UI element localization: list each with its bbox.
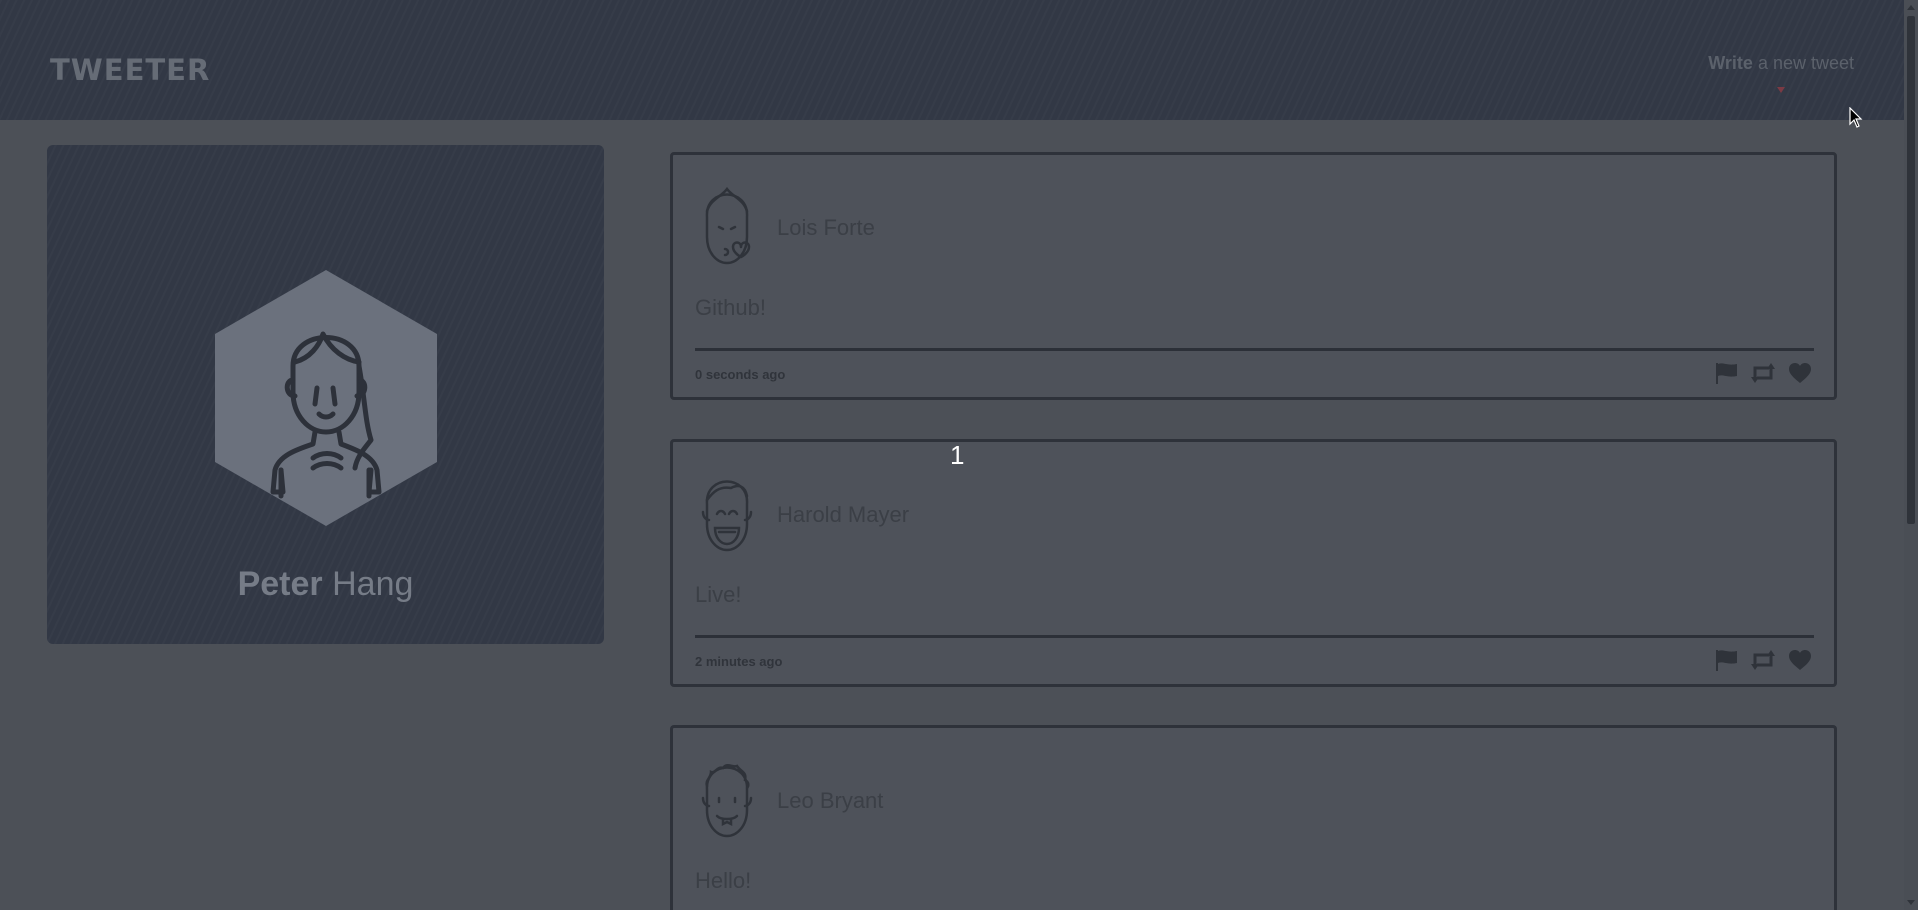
flag-icon[interactable] <box>1713 361 1739 385</box>
tweet-content: Github! <box>695 295 766 320</box>
compose-label-bold: Write <box>1708 53 1753 73</box>
tweet-actions <box>1713 648 1813 672</box>
tweet-actions <box>1713 361 1813 385</box>
heart-icon[interactable] <box>1787 648 1813 672</box>
scroll-up-icon[interactable] <box>1907 5 1915 10</box>
woman-avatar-icon <box>215 270 437 526</box>
tweet-content: Live! <box>695 582 742 607</box>
profile-first-name: Peter <box>237 565 323 603</box>
tweet-author: Lois Forte <box>777 215 875 240</box>
tweet-author: Harold Mayer <box>777 502 910 527</box>
brand-logo[interactable]: TWEETER <box>50 53 210 87</box>
top-navbar: TWEETER Write a new tweet <box>0 0 1904 120</box>
tweet-card: Lois Forte Github! 0 seconds ago <box>670 152 1837 400</box>
tweet-timestamp: 0 seconds ago <box>695 367 786 382</box>
overlay-badge: 1 <box>950 440 965 470</box>
tweet-card: Leo Bryant Hello! <box>670 725 1837 910</box>
compose-label-rest: a new tweet <box>1752 53 1854 73</box>
tweet-content: Hello! <box>695 868 752 893</box>
profile-card: Peter Hang <box>47 145 604 644</box>
scroll-down-icon[interactable] <box>1907 900 1915 905</box>
compose-tweet-toggle[interactable]: Write a new tweet <box>1708 53 1854 93</box>
tweet-divider <box>695 635 1814 638</box>
page-scrollbar[interactable] <box>1904 0 1918 910</box>
chevron-down-icon <box>1777 87 1786 93</box>
tweet-timestamp: 2 minutes ago <box>695 654 783 669</box>
mouse-cursor-icon <box>1849 107 1863 128</box>
scroll-thumb[interactable] <box>1907 16 1915 524</box>
profile-last-name: Hang <box>332 565 414 603</box>
flag-icon[interactable] <box>1713 648 1739 672</box>
tweet-divider <box>695 348 1814 351</box>
profile-name: Peter Hang <box>47 565 604 604</box>
man-laughing-avatar-icon <box>701 480 753 552</box>
tweet-card: Harold Mayer Live! 2 minutes ago <box>670 439 1837 687</box>
woman-kiss-avatar-icon <box>705 186 751 265</box>
retweet-icon[interactable] <box>1749 361 1777 385</box>
heart-icon[interactable] <box>1787 361 1813 385</box>
man-curly-avatar-icon <box>701 764 753 838</box>
retweet-icon[interactable] <box>1749 648 1777 672</box>
tweet-author: Leo Bryant <box>777 788 884 813</box>
